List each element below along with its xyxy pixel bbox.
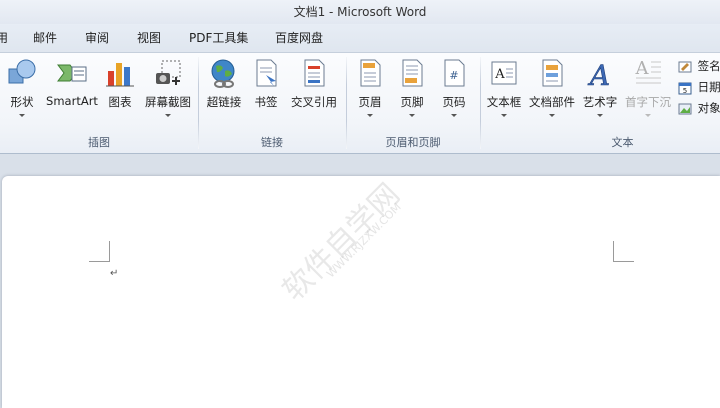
cross-reference-button[interactable]: 交叉引用	[288, 57, 340, 131]
svg-text:5: 5	[683, 87, 687, 95]
margin-corner-mark-right	[613, 241, 634, 262]
tab-pdf-tools[interactable]: PDF工具集	[189, 24, 248, 52]
smartart-button[interactable]: SmartArt	[42, 57, 102, 131]
shapes-icon	[8, 59, 36, 84]
window-title-bar: 文档1 - Microsoft Word	[0, 0, 720, 24]
chart-button[interactable]: 图表	[104, 57, 136, 131]
group-label-illustrations: 插图	[88, 136, 110, 149]
date-time-label: 日期	[697, 80, 720, 94]
paragraph-mark[interactable]: ↵	[110, 268, 118, 279]
drop-cap-button[interactable]: A 首字下沉	[622, 57, 674, 131]
screenshot-button[interactable]: 屏幕截图	[140, 57, 196, 131]
svg-text:A: A	[587, 59, 610, 89]
chevron-down-icon	[501, 114, 507, 117]
object-button[interactable]: 对象	[678, 99, 720, 117]
chevron-down-icon	[645, 114, 651, 117]
bar-chart-icon	[106, 63, 134, 87]
quick-parts-label: 文档部件	[529, 95, 575, 109]
page-number-icon: #	[444, 59, 465, 87]
header-icon	[360, 59, 381, 87]
object-label: 对象	[697, 101, 720, 115]
svg-text:A: A	[635, 58, 650, 79]
cross-reference-icon	[304, 59, 325, 87]
page-number-button[interactable]: # 页码	[436, 57, 472, 131]
globe-link-icon	[211, 59, 235, 88]
window-title: 文档1 - Microsoft Word	[293, 5, 427, 19]
shapes-button[interactable]: 形状	[4, 57, 40, 131]
smartart-icon	[57, 64, 87, 82]
wordart-button[interactable]: A 艺术字	[580, 57, 620, 131]
screenshot-icon	[156, 60, 181, 85]
chevron-down-icon	[597, 114, 603, 117]
chevron-down-icon	[549, 114, 555, 117]
ribbon-tab-bar: 用 邮件 审阅 视图 PDF工具集 百度网盘	[0, 24, 720, 52]
tab-review[interactable]: 审阅	[85, 24, 109, 52]
calendar-icon: 5	[678, 82, 692, 95]
chevron-down-icon	[19, 114, 25, 117]
text-box-icon: A	[491, 61, 517, 85]
chevron-down-icon	[367, 114, 373, 117]
group-label-links: 链接	[261, 136, 283, 149]
chevron-down-icon	[165, 114, 171, 117]
shapes-label: 形状	[10, 95, 34, 109]
quick-parts-button[interactable]: 文档部件	[526, 57, 578, 131]
chevron-down-icon	[451, 114, 457, 117]
date-time-button[interactable]: 5 日期	[678, 78, 720, 96]
tab-baidu-netdisk[interactable]: 百度网盘	[275, 24, 323, 52]
cross-reference-label: 交叉引用	[291, 95, 337, 109]
header-label: 页眉	[358, 95, 382, 109]
header-button[interactable]: 页眉	[352, 57, 388, 131]
svg-text:#: #	[449, 69, 458, 82]
bookmark-button[interactable]: 书签	[248, 57, 284, 131]
group-label-header-footer: 页眉和页脚	[385, 136, 441, 149]
hyperlink-label: 超链接	[206, 95, 242, 109]
signature-button[interactable]: 签名	[678, 57, 720, 75]
group-label-text: 文本	[611, 136, 634, 149]
chart-label: 图表	[108, 95, 132, 109]
margin-corner-mark-left	[89, 241, 110, 262]
signature-label: 签名	[697, 59, 720, 73]
drop-cap-label: 首字下沉	[625, 95, 671, 109]
smartart-label: SmartArt	[46, 94, 98, 108]
quick-parts-icon	[542, 59, 563, 87]
bookmark-label: 书签	[254, 95, 278, 109]
text-box-label: 文本框	[486, 95, 522, 109]
screenshot-label: 屏幕截图	[145, 95, 191, 109]
text-box-button[interactable]: A 文本框	[484, 57, 524, 131]
tab-reference[interactable]: 用	[0, 24, 8, 52]
object-icon	[678, 103, 692, 114]
wordart-icon: A	[587, 59, 611, 89]
ribbon: 形状 SmartArt 图表 屏幕截图 插图 超链接 书签 交叉引用 链接 页眉…	[0, 52, 720, 154]
footer-icon	[402, 59, 423, 87]
signature-icon	[678, 61, 692, 72]
drop-cap-icon: A	[635, 58, 661, 84]
document-page[interactable]	[2, 176, 720, 408]
svg-text:A: A	[494, 67, 505, 82]
footer-button[interactable]: 页脚	[394, 57, 430, 131]
chevron-down-icon	[409, 114, 415, 117]
bookmark-icon	[256, 59, 277, 87]
hyperlink-button[interactable]: 超链接	[204, 57, 244, 131]
footer-label: 页脚	[400, 95, 424, 109]
wordart-label: 艺术字	[582, 95, 618, 109]
tab-mailings[interactable]: 邮件	[33, 24, 57, 52]
tab-view[interactable]: 视图	[137, 24, 161, 52]
page-number-label: 页码	[442, 95, 466, 109]
